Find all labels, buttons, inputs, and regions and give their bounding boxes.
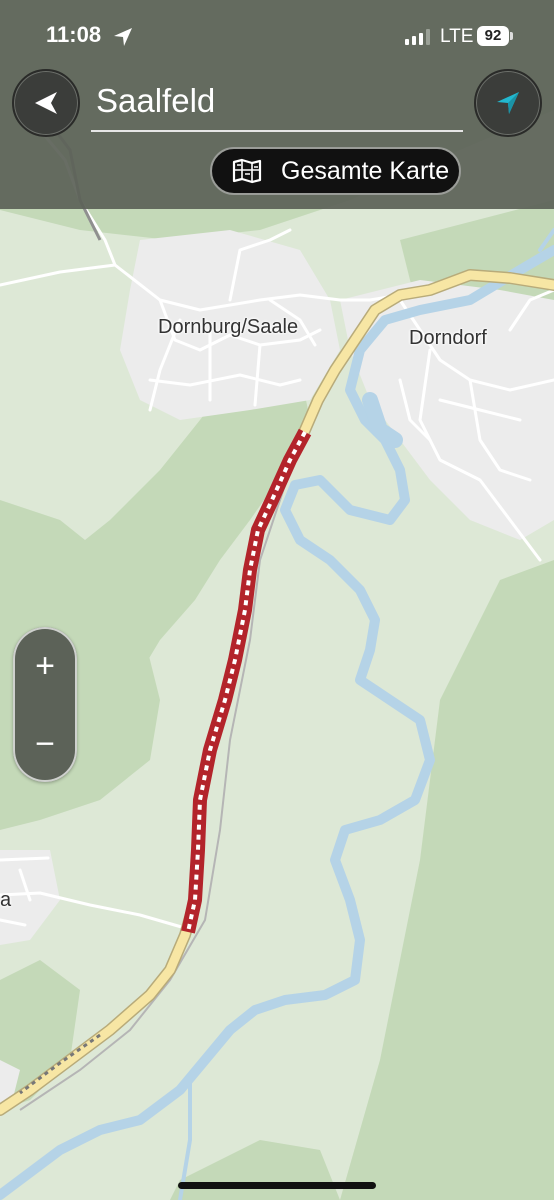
destination-title[interactable]: Saalfeld [96,82,215,120]
destination-underline [91,130,463,132]
label-dornburg: Dornburg/Saale [158,316,299,338]
zoom-in-button[interactable]: + [13,631,77,701]
zoom-control: + − [13,627,77,782]
zoom-out-button[interactable]: − [13,709,77,779]
navigation-arrow-icon [497,92,519,114]
navigate-button[interactable] [474,69,542,137]
map-icon [232,158,262,184]
back-button[interactable] [12,69,80,137]
network-type: LTE [440,26,474,47]
home-indicator[interactable] [178,1182,376,1189]
battery-tip [510,32,513,40]
back-arrow-icon [35,92,57,114]
label-dorndorf: Dorndorf [409,327,487,349]
battery-icon: 92 [477,26,513,46]
location-arrow-icon [114,28,132,46]
overview-label: Gesamte Karte [281,156,450,185]
label-west-partial: a [0,889,12,911]
overview-map-button[interactable]: Gesamte Karte [210,147,461,195]
battery-level: 92 [477,26,509,46]
status-time: 11:08 [46,22,102,47]
signal-icon [405,29,430,45]
